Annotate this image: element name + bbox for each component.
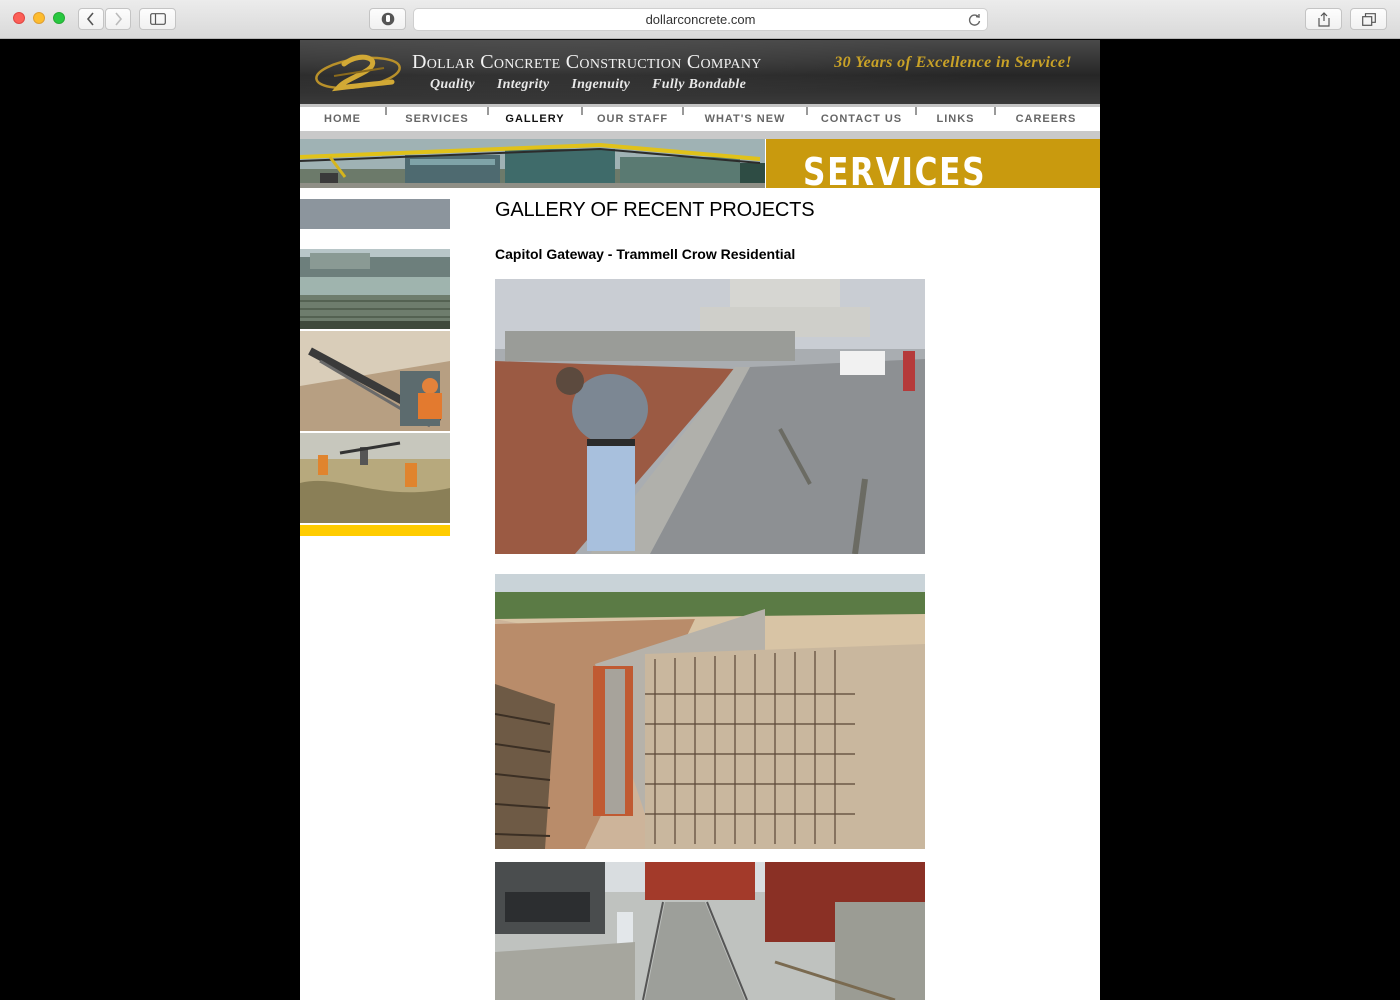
minimize-window-button[interactable] [33, 12, 45, 24]
browser-toolbar: dollarconcrete.com [0, 0, 1400, 39]
hand-icon [381, 12, 394, 26]
sidebar [300, 199, 450, 536]
gallery-photo-2[interactable] [495, 574, 925, 849]
chevron-right-icon [115, 12, 123, 26]
sidebar-photo-1 [300, 249, 450, 331]
gallery-photo-3[interactable] [495, 862, 925, 1000]
nav-contact-us[interactable]: CONTACT US [808, 107, 915, 131]
nav-our-staff[interactable]: OUR STAFF [583, 107, 682, 131]
project-title: Capitol Gateway - Trammell Crow Resident… [495, 246, 796, 262]
company-name: Dollar Concrete Construction Company [412, 51, 762, 73]
nav-home[interactable]: HOME [300, 107, 385, 131]
chevron-left-icon [86, 12, 94, 26]
tagline: 30 Years of Excellence in Service! [834, 54, 1072, 71]
sidebar-grey-bar [300, 199, 450, 229]
share-icon [1317, 11, 1330, 27]
privacy-button[interactable] [369, 8, 406, 30]
value-integrity: Integrity [496, 77, 550, 92]
value-ingenuity: Ingenuity [571, 77, 631, 92]
banner-photo [300, 139, 765, 188]
nav-whats-new[interactable]: WHAT'S NEW [684, 107, 806, 131]
reload-icon[interactable] [968, 13, 981, 27]
value-quality: Quality [430, 77, 475, 92]
main-nav: HOME SERVICES GALLERY OUR STAFF WHAT'S N… [300, 104, 1100, 131]
sidebar-photo-3 [300, 433, 450, 525]
webpage: Dollar Concrete Construction Company Qua… [300, 40, 1100, 1000]
forward-button[interactable] [105, 8, 131, 30]
share-button[interactable] [1305, 8, 1342, 30]
close-window-button[interactable] [13, 12, 25, 24]
gallery-photo-1[interactable] [495, 279, 925, 554]
sidebar-photo-2 [300, 331, 450, 433]
page-banner: SERVICES [300, 139, 1100, 188]
tabs-overview-button[interactable] [1350, 8, 1387, 30]
banner-title-panel: SERVICES [766, 139, 1100, 188]
page-title: GALLERY OF RECENT PROJECTS [495, 199, 815, 221]
nav-gallery[interactable]: GALLERY [489, 107, 581, 131]
url-text: dollarconcrete.com [645, 12, 756, 27]
address-bar[interactable]: dollarconcrete.com [413, 8, 988, 31]
banner-title: SERVICES [803, 150, 987, 188]
nav-underbar [300, 131, 1100, 139]
zoom-window-button[interactable] [53, 12, 65, 24]
sidebar-yellow-bar [300, 525, 450, 536]
tabs-icon [1361, 12, 1376, 26]
nav-careers[interactable]: CAREERS [996, 107, 1096, 131]
nav-links[interactable]: LINKS [917, 107, 994, 131]
back-button[interactable] [78, 8, 104, 30]
nav-services[interactable]: SERVICES [387, 107, 487, 131]
sidebar-icon [149, 13, 166, 25]
sidebar-toggle-button[interactable] [139, 8, 176, 30]
main-content: GALLERY OF RECENT PROJECTS Capitol Gatew… [495, 199, 995, 262]
value-bondable: Fully Bondable [652, 77, 747, 92]
company-values: Quality Integrity Ingenuity Fully Bondab… [430, 77, 768, 93]
company-logo[interactable] [314, 46, 406, 96]
site-header: Dollar Concrete Construction Company Qua… [300, 40, 1100, 104]
